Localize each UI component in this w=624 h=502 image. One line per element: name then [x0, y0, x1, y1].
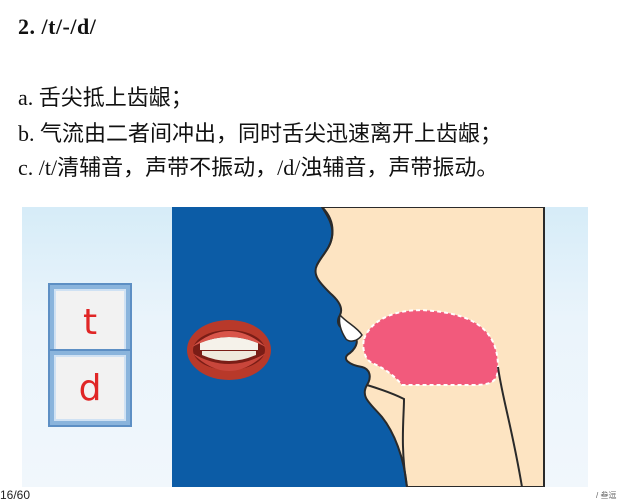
letter-card-d[interactable]: d: [48, 349, 132, 427]
animation-panel: t d: [22, 207, 588, 487]
lips-icon: [187, 320, 271, 380]
footer-mark: / 叁逗: [596, 491, 617, 500]
letter-card-t[interactable]: t: [48, 283, 132, 361]
page-counter: 16/60: [0, 488, 31, 502]
mouth-cross-section-diagram: [172, 207, 545, 487]
point-b: b. 气流由二者间冲出，同时舌尖迅速离开上齿龈；: [18, 121, 503, 146]
point-a: a. 舌尖抵上齿龈；: [18, 85, 193, 110]
slide-title: 2. /t/-/d/: [18, 14, 97, 39]
point-c: c. /t/清辅音，声带不振动，/d/浊辅音，声带振动。: [18, 155, 499, 180]
